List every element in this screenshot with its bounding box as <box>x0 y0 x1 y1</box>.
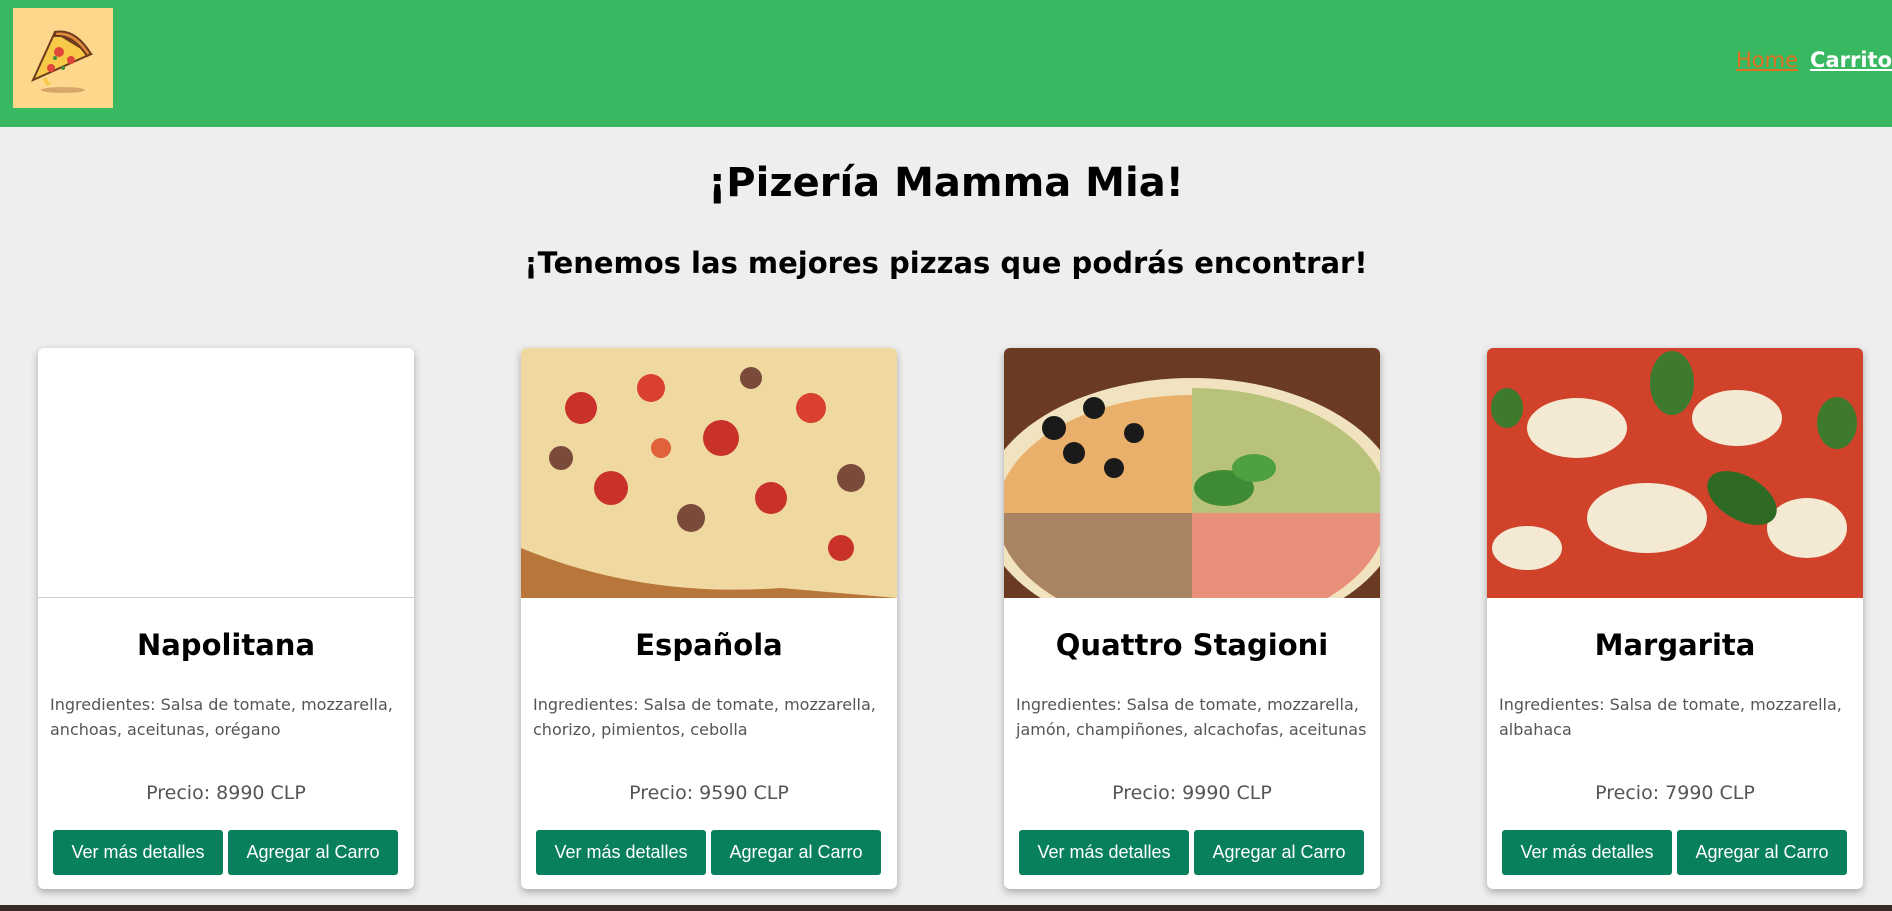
pizza-margarita-image <box>1487 348 1863 598</box>
pizza-logo[interactable] <box>13 8 113 108</box>
nav-cart-link[interactable]: Carrito <box>1810 48 1892 72</box>
pizza-card-espanola: Española Ingredientes: Salsa de tomate, … <box>521 348 897 889</box>
pizza-card-quattro-stagioni: Quattro Stagioni Ingredientes: Salsa de … <box>1004 348 1380 889</box>
navbar: Home Carrito <box>0 0 1892 127</box>
pizza-price: Precio: 9990 CLP <box>1112 782 1272 804</box>
pizza-name: Napolitana <box>136 628 316 662</box>
page-title: ¡Pizería Mamma Mia! <box>708 160 1184 206</box>
page-subtitle: ¡Tenemos las mejores pizzas que podrás e… <box>524 246 1368 280</box>
pizza-name: Margarita <box>1594 628 1756 662</box>
pizza-ingredients: Ingredientes: Salsa de tomate, mozzarell… <box>533 695 876 739</box>
nav-home-link[interactable]: Home <box>1736 48 1798 72</box>
details-button[interactable]: Ver más detalles <box>1502 830 1672 875</box>
pizza-image-placeholder <box>38 348 414 598</box>
pizza-card-margarita: Margarita Ingredientes: Salsa de tomate,… <box>1487 348 1863 889</box>
details-button[interactable]: Ver más detalles <box>536 830 706 875</box>
pizza-card-napolitana: Napolitana Ingredientes: Salsa de tomate… <box>38 348 414 889</box>
pizza-slice-icon <box>30 30 94 93</box>
nav-links: Home Carrito <box>1736 48 1892 72</box>
pizza-name: Española <box>635 628 783 662</box>
pizza-ingredients: Ingredientes: Salsa de tomate, mozzarell… <box>1499 695 1842 739</box>
add-to-cart-button[interactable]: Agregar al Carro <box>1194 830 1364 875</box>
pizza-price: Precio: 7990 CLP <box>1595 782 1755 804</box>
pizza-quattro-stagioni-image <box>1004 348 1380 598</box>
pizza-price: Precio: 9590 CLP <box>629 782 789 804</box>
details-button[interactable]: Ver más detalles <box>53 830 223 875</box>
pizza-ingredients: Ingredientes: Salsa de tomate, mozzarell… <box>1016 695 1367 739</box>
add-to-cart-button[interactable]: Agregar al Carro <box>711 830 881 875</box>
pizza-price: Precio: 8990 CLP <box>146 782 306 804</box>
pizza-espanola-image <box>521 348 897 598</box>
add-to-cart-button[interactable]: Agregar al Carro <box>1677 830 1847 875</box>
footer-edge <box>0 905 1892 911</box>
pizza-name: Quattro Stagioni <box>1055 628 1329 662</box>
pizza-ingredients: Ingredientes: Salsa de tomate, mozzarell… <box>50 695 393 739</box>
add-to-cart-button[interactable]: Agregar al Carro <box>228 830 398 875</box>
details-button[interactable]: Ver más detalles <box>1019 830 1189 875</box>
